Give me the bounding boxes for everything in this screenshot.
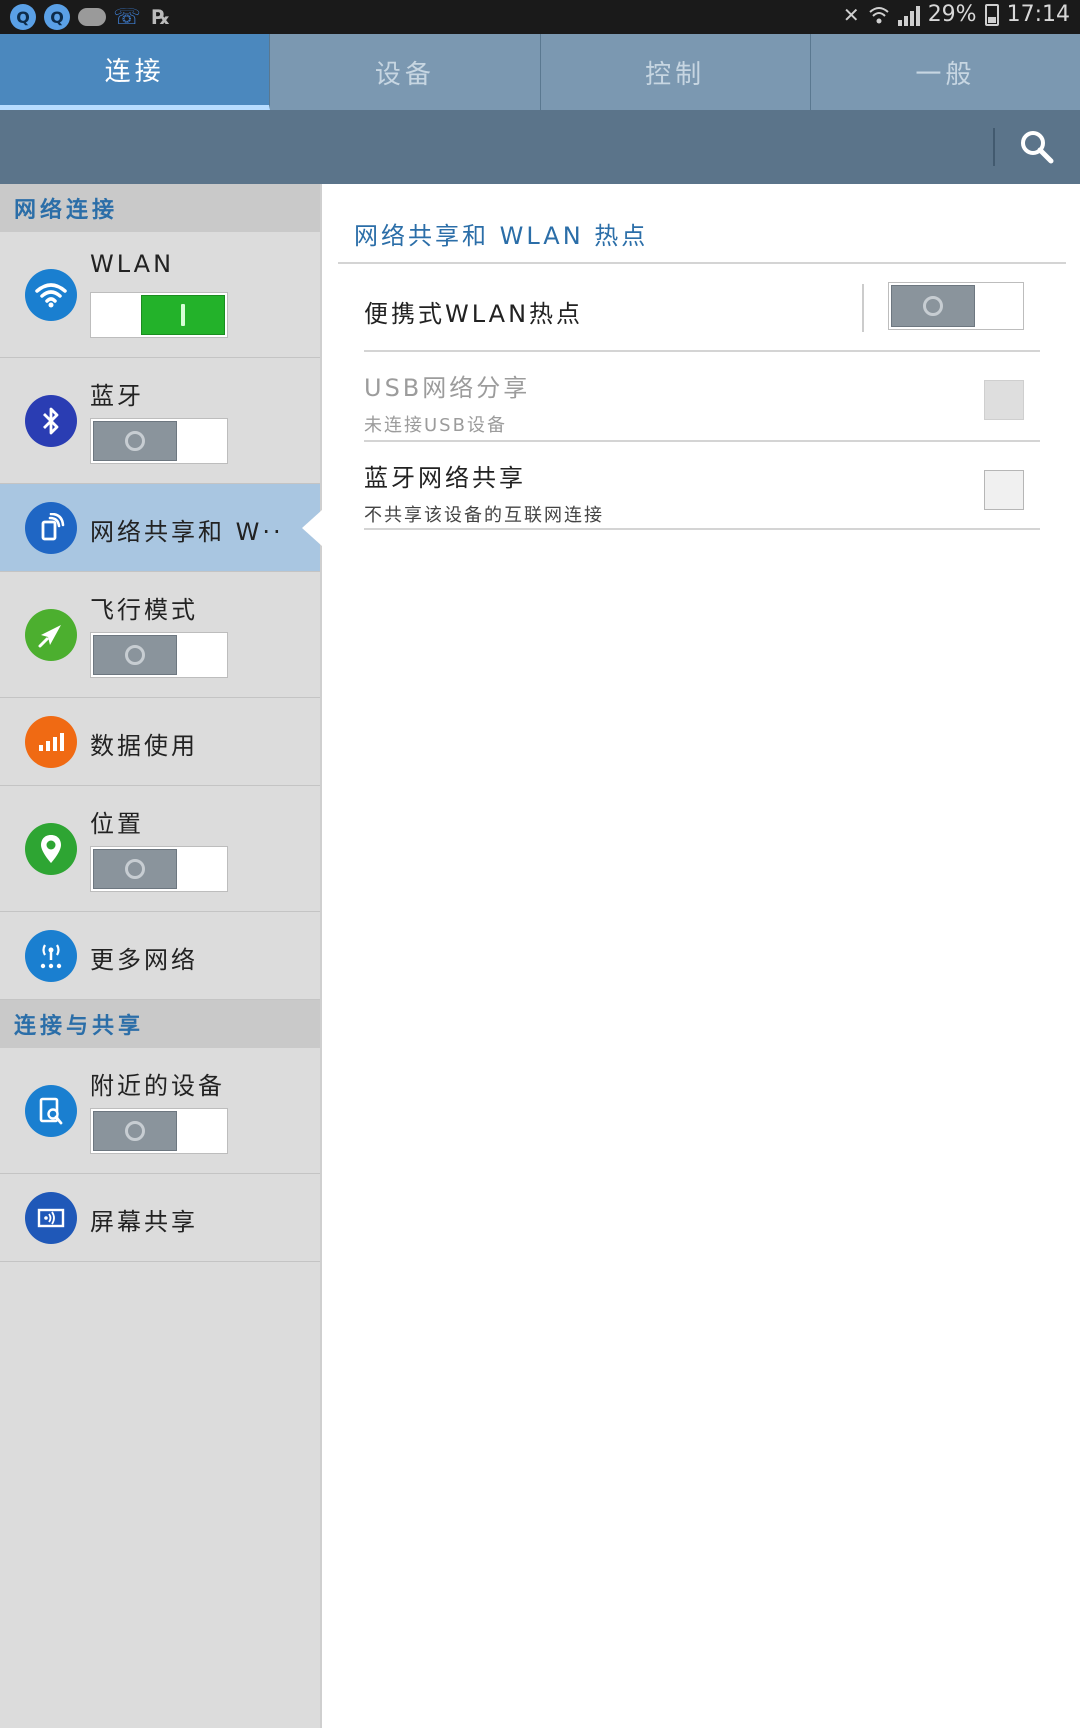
row-title: 蓝牙网络共享	[364, 464, 526, 492]
toggle-knob	[93, 421, 177, 461]
notification-icons: Q Q ☏ ℞	[10, 4, 174, 30]
airplane-icon	[25, 609, 77, 661]
sidebar-item-label: 附近的设备	[90, 1072, 225, 1100]
sidebar-item-label: 网络共享和 W··	[90, 518, 284, 546]
toggle-knob	[141, 295, 225, 335]
screen-share-icon	[25, 1192, 77, 1244]
bluetooth-tethering-checkbox[interactable]	[984, 470, 1024, 510]
battery-percent: 29%	[927, 2, 977, 27]
row-divider	[364, 350, 1040, 352]
sidebar-item-label: 更多网络	[90, 946, 198, 974]
nearby-devices-icon	[25, 1085, 77, 1137]
portable-hotspot-toggle[interactable]	[888, 282, 1024, 330]
title-divider	[338, 262, 1066, 264]
qq-icon: Q	[44, 4, 70, 30]
nearby-devices-toggle[interactable]	[90, 1108, 228, 1154]
airplane-mode-toggle[interactable]	[90, 632, 228, 678]
tab-device[interactable]: 设备	[270, 34, 541, 110]
sidebar-item-label: 飞行模式	[90, 596, 198, 624]
sidebar-item-label: 数据使用	[90, 732, 198, 760]
battery-icon	[984, 3, 999, 26]
tab-controls[interactable]: 控制	[540, 34, 811, 110]
mute-icon: ✕	[842, 2, 860, 27]
divider	[993, 128, 995, 166]
row-divider	[364, 528, 1040, 530]
toggle-knob	[93, 1111, 177, 1151]
row-subtitle: 未连接USB设备	[364, 415, 507, 436]
clock: 17:14	[1006, 2, 1070, 27]
toggle-knob	[891, 285, 975, 327]
qq-icon: Q	[10, 4, 36, 30]
bluetooth-toggle[interactable]	[90, 418, 228, 464]
sidebar-item-label: 蓝牙	[90, 382, 144, 410]
sidebar-item-more-networks[interactable]: 更多网络	[0, 912, 320, 1000]
search-button[interactable]	[1010, 124, 1064, 170]
top-tabs: 连接 设备 控制 一般	[0, 34, 1080, 110]
settings-sidebar: 网络连接 WLAN 蓝牙 网络共享和 W·· 飞行模式 数据使用 位置 更多网络…	[0, 184, 322, 1728]
tab-general[interactable]: 一般	[810, 34, 1080, 110]
wlan-toggle[interactable]	[90, 292, 228, 338]
status-bar: Q Q ☏ ℞ ✕ 29% 17:14	[0, 0, 1080, 34]
section-header-connect-share: 连接与共享	[0, 1000, 320, 1048]
sidebar-item-airplane-mode[interactable]: 飞行模式	[0, 572, 320, 698]
page-title: 网络共享和 WLAN 热点	[354, 222, 649, 250]
location-icon	[25, 823, 77, 875]
sidebar-item-label: 屏幕共享	[90, 1208, 198, 1236]
sidebar-item-nearby-devices[interactable]: 附近的设备	[0, 1048, 320, 1174]
sidebar-item-data-usage[interactable]: 数据使用	[0, 698, 320, 786]
section-header-network: 网络连接	[0, 184, 320, 232]
location-toggle[interactable]	[90, 846, 228, 892]
signal-icon	[897, 4, 920, 26]
cloud-icon	[78, 8, 106, 26]
more-networks-icon	[25, 930, 77, 982]
usb-tethering-row[interactable]: USB网络分享 未连接USB设备	[364, 368, 1040, 438]
toggle-knob	[93, 849, 177, 889]
phone-icon: ☏	[113, 4, 141, 30]
sidebar-item-screen-share[interactable]: 屏幕共享	[0, 1174, 320, 1262]
toggle-knob	[93, 635, 177, 675]
sidebar-item-label: WLAN	[90, 250, 175, 278]
sidebar-item-label: 位置	[90, 810, 144, 838]
sidebar-item-location[interactable]: 位置	[0, 786, 320, 912]
tethering-icon	[25, 502, 77, 554]
prescription-icon: ℞	[152, 5, 170, 29]
sidebar-item-tethering[interactable]: 网络共享和 W··	[0, 484, 322, 572]
selection-pointer	[302, 510, 322, 546]
row-divider	[364, 440, 1040, 442]
tab-connections[interactable]: 连接	[0, 34, 271, 110]
bluetooth-tethering-row[interactable]: 蓝牙网络共享 不共享该设备的互联网连接	[364, 458, 1040, 528]
search-icon	[1021, 131, 1054, 164]
data-usage-icon	[25, 716, 77, 768]
bluetooth-icon	[25, 395, 77, 447]
sidebar-item-bluetooth[interactable]: 蓝牙	[0, 358, 320, 484]
wifi-icon	[25, 269, 77, 321]
sidebar-item-wlan[interactable]: WLAN	[0, 232, 320, 358]
system-status: ✕ 29% 17:14	[843, 2, 1070, 27]
action-bar	[0, 110, 1080, 184]
row-subtitle: 不共享该设备的互联网连接	[364, 505, 604, 526]
detail-panel: 网络共享和 WLAN 热点 便携式WLAN热点 USB网络分享 未连接USB设备…	[322, 184, 1080, 1728]
usb-tethering-checkbox[interactable]	[984, 380, 1024, 420]
wifi-status-icon	[869, 6, 889, 23]
row-title: USB网络分享	[364, 374, 531, 402]
divider	[862, 284, 864, 332]
